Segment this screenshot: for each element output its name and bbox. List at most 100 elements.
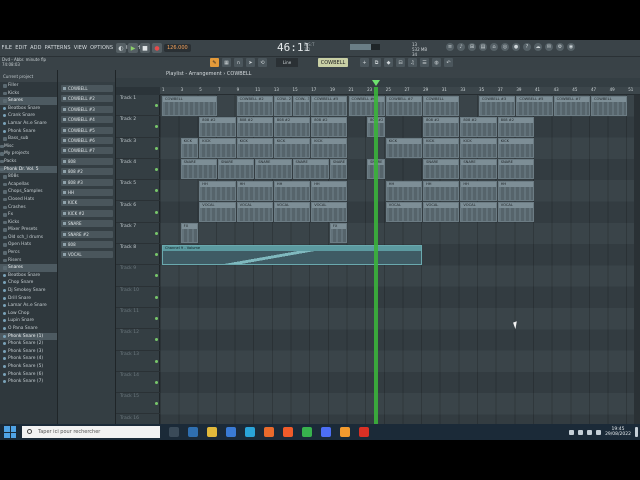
- track-active-led[interactable]: [155, 125, 158, 129]
- browser-folder[interactable]: Kicks: [0, 90, 57, 98]
- channel-button[interactable]: HH: [61, 189, 113, 196]
- pattern-clip[interactable]: COWBELL #7: [385, 95, 423, 116]
- clone-icon[interactable]: ⧉: [372, 58, 381, 67]
- track-header[interactable]: Track 15: [116, 393, 160, 415]
- pattern-clip[interactable]: HH: [497, 180, 534, 201]
- pattern-clip[interactable]: VOCAL: [385, 202, 423, 222]
- pattern-clip[interactable]: SNARE: [255, 159, 292, 180]
- menu-view[interactable]: VIEW: [72, 45, 88, 51]
- pattern-clip[interactable]: SNARE: [497, 159, 534, 180]
- pattern-clip[interactable]: 808 #2: [199, 116, 236, 137]
- menu-patterns[interactable]: PATTERNS: [43, 45, 72, 51]
- pattern-clip[interactable]: 808 #2: [236, 116, 273, 137]
- browser-sample[interactable]: Phonk Snare (2): [0, 340, 57, 348]
- snap-select[interactable]: Line: [276, 58, 298, 67]
- menu-file[interactable]: FILE: [0, 45, 14, 51]
- mixer-icon[interactable]: ⊞: [468, 43, 476, 51]
- browser-folder[interactable]: Acapellas: [0, 181, 57, 189]
- browser-folder[interactable]: 808s: [0, 173, 57, 181]
- browser-folder[interactable]: Open Hats: [0, 241, 57, 249]
- browser-sample[interactable]: Phonk Snare (6): [0, 371, 57, 379]
- track-header[interactable]: Track 14: [116, 372, 160, 394]
- power-icon[interactable]: ◉: [567, 43, 575, 51]
- pattern-clip[interactable]: HH: [423, 180, 460, 201]
- browser-folder[interactable]: Bass_sub: [0, 135, 57, 143]
- pattern-clip[interactable]: SNARE: [460, 159, 497, 180]
- browser-sample[interactable]: Phonk Snare (5): [0, 363, 57, 371]
- track-active-led[interactable]: [155, 167, 158, 171]
- channel-button[interactable]: COWBELL #6: [61, 137, 113, 144]
- pattern-clip[interactable]: HH: [273, 180, 311, 201]
- browser-sample[interactable]: O Pana Snare: [0, 325, 57, 333]
- track-active-led[interactable]: [155, 253, 158, 257]
- channel-button[interactable]: 808: [61, 157, 113, 165]
- pattern-clip[interactable]: KICK: [311, 138, 348, 159]
- pattern-clip[interactable]: KICK: [236, 138, 273, 159]
- pattern-clip[interactable]: COWBELL #6: [348, 95, 385, 116]
- track-header[interactable]: Track 10: [116, 287, 160, 308]
- browser-folder[interactable]: Filler: [0, 82, 57, 90]
- browser-sample[interactable]: Lupin Snare: [0, 317, 57, 325]
- arrow-icon[interactable]: ➤: [246, 58, 255, 67]
- pattern-clip[interactable]: KICK: [180, 138, 199, 159]
- task-view-icon[interactable]: [169, 427, 179, 437]
- vertical-scrollbar[interactable]: [634, 95, 640, 440]
- track-header[interactable]: Track 1: [116, 95, 160, 117]
- browser-view-icon[interactable]: ☰: [420, 58, 429, 67]
- mail-icon[interactable]: [245, 427, 255, 437]
- pattern-clip[interactable]: KICK: [385, 138, 423, 159]
- pattern-clip[interactable]: VOCAL: [311, 202, 348, 222]
- pattern-clip[interactable]: COWBELL #5: [311, 95, 348, 116]
- pattern-clip[interactable]: HH: [385, 180, 423, 201]
- mic-icon[interactable]: ●: [512, 43, 520, 51]
- pattern-clip[interactable]: KICK: [497, 138, 534, 159]
- pattern-clip[interactable]: FX: [180, 223, 199, 244]
- track-header[interactable]: Track 2: [116, 116, 160, 138]
- browser-icon[interactable]: ⌂: [490, 43, 498, 51]
- store-icon[interactable]: [226, 427, 236, 437]
- channel-button[interactable]: SNARE #2: [61, 230, 113, 238]
- play-button[interactable]: ▶: [128, 43, 138, 53]
- pattern-clip[interactable]: VOCAL: [497, 202, 534, 222]
- browser-folder[interactable]: Snares: [0, 97, 57, 105]
- recorder-icon[interactable]: [359, 427, 369, 437]
- pattern-clip[interactable]: COWBELL #3: [479, 95, 516, 116]
- track-active-led[interactable]: [155, 317, 158, 320]
- track-header[interactable]: Track 8: [116, 244, 160, 266]
- track-header[interactable]: Track 5: [116, 180, 160, 202]
- fl-studio-taskbar-icon[interactable]: [340, 427, 350, 437]
- channel-button[interactable]: COWBELL #4: [61, 116, 113, 124]
- browser-folder[interactable]: Misc: [0, 143, 57, 151]
- menu-edit[interactable]: EDIT: [14, 45, 29, 51]
- track-active-led[interactable]: [155, 189, 158, 193]
- pattern-clip[interactable]: KICK: [460, 138, 497, 159]
- paint-tool-icon[interactable]: ▦: [222, 58, 231, 67]
- browser-sample[interactable]: Phonk Snare (1): [0, 332, 57, 341]
- browser-folder[interactable]: My projects: [0, 150, 57, 158]
- browser-sample[interactable]: Phonk Snare (3): [0, 348, 57, 356]
- browser-sample[interactable]: Low Chop: [0, 310, 57, 318]
- pattern-clip[interactable]: VOCAL: [236, 202, 273, 222]
- browser-folder[interactable]: Crashes: [0, 204, 57, 212]
- browser-folder[interactable]: Packs: [0, 158, 57, 166]
- brave-icon[interactable]: [283, 427, 293, 437]
- browser-folder[interactable]: Chops_Samples: [0, 188, 57, 196]
- browser-sample[interactable]: Chop Snare: [0, 279, 57, 287]
- browser-sample[interactable]: Lamar As.e Snare: [0, 302, 57, 310]
- track-active-led[interactable]: [155, 231, 158, 235]
- pattern-clip[interactable]: HH: [460, 180, 497, 201]
- browser-folder[interactable]: Risers: [0, 257, 57, 265]
- browser-folder[interactable]: Percs: [0, 249, 57, 257]
- network-icon[interactable]: [578, 429, 584, 435]
- pattern-clip[interactable]: SNARE: [292, 159, 329, 180]
- track-active-led[interactable]: [155, 104, 158, 107]
- spotify-icon[interactable]: [302, 427, 312, 437]
- pattern-clip[interactable]: 808 #2: [460, 116, 497, 137]
- piano-roll-icon[interactable]: ♪: [457, 43, 465, 51]
- playhead[interactable]: [374, 87, 378, 440]
- track-active-led[interactable]: [155, 338, 158, 342]
- add-pattern-icon[interactable]: +: [360, 58, 369, 67]
- pattern-clip[interactable]: COWBELL: [423, 95, 460, 116]
- plugin-icon[interactable]: ◎: [501, 43, 509, 51]
- track-header[interactable]: Track 12: [116, 329, 160, 351]
